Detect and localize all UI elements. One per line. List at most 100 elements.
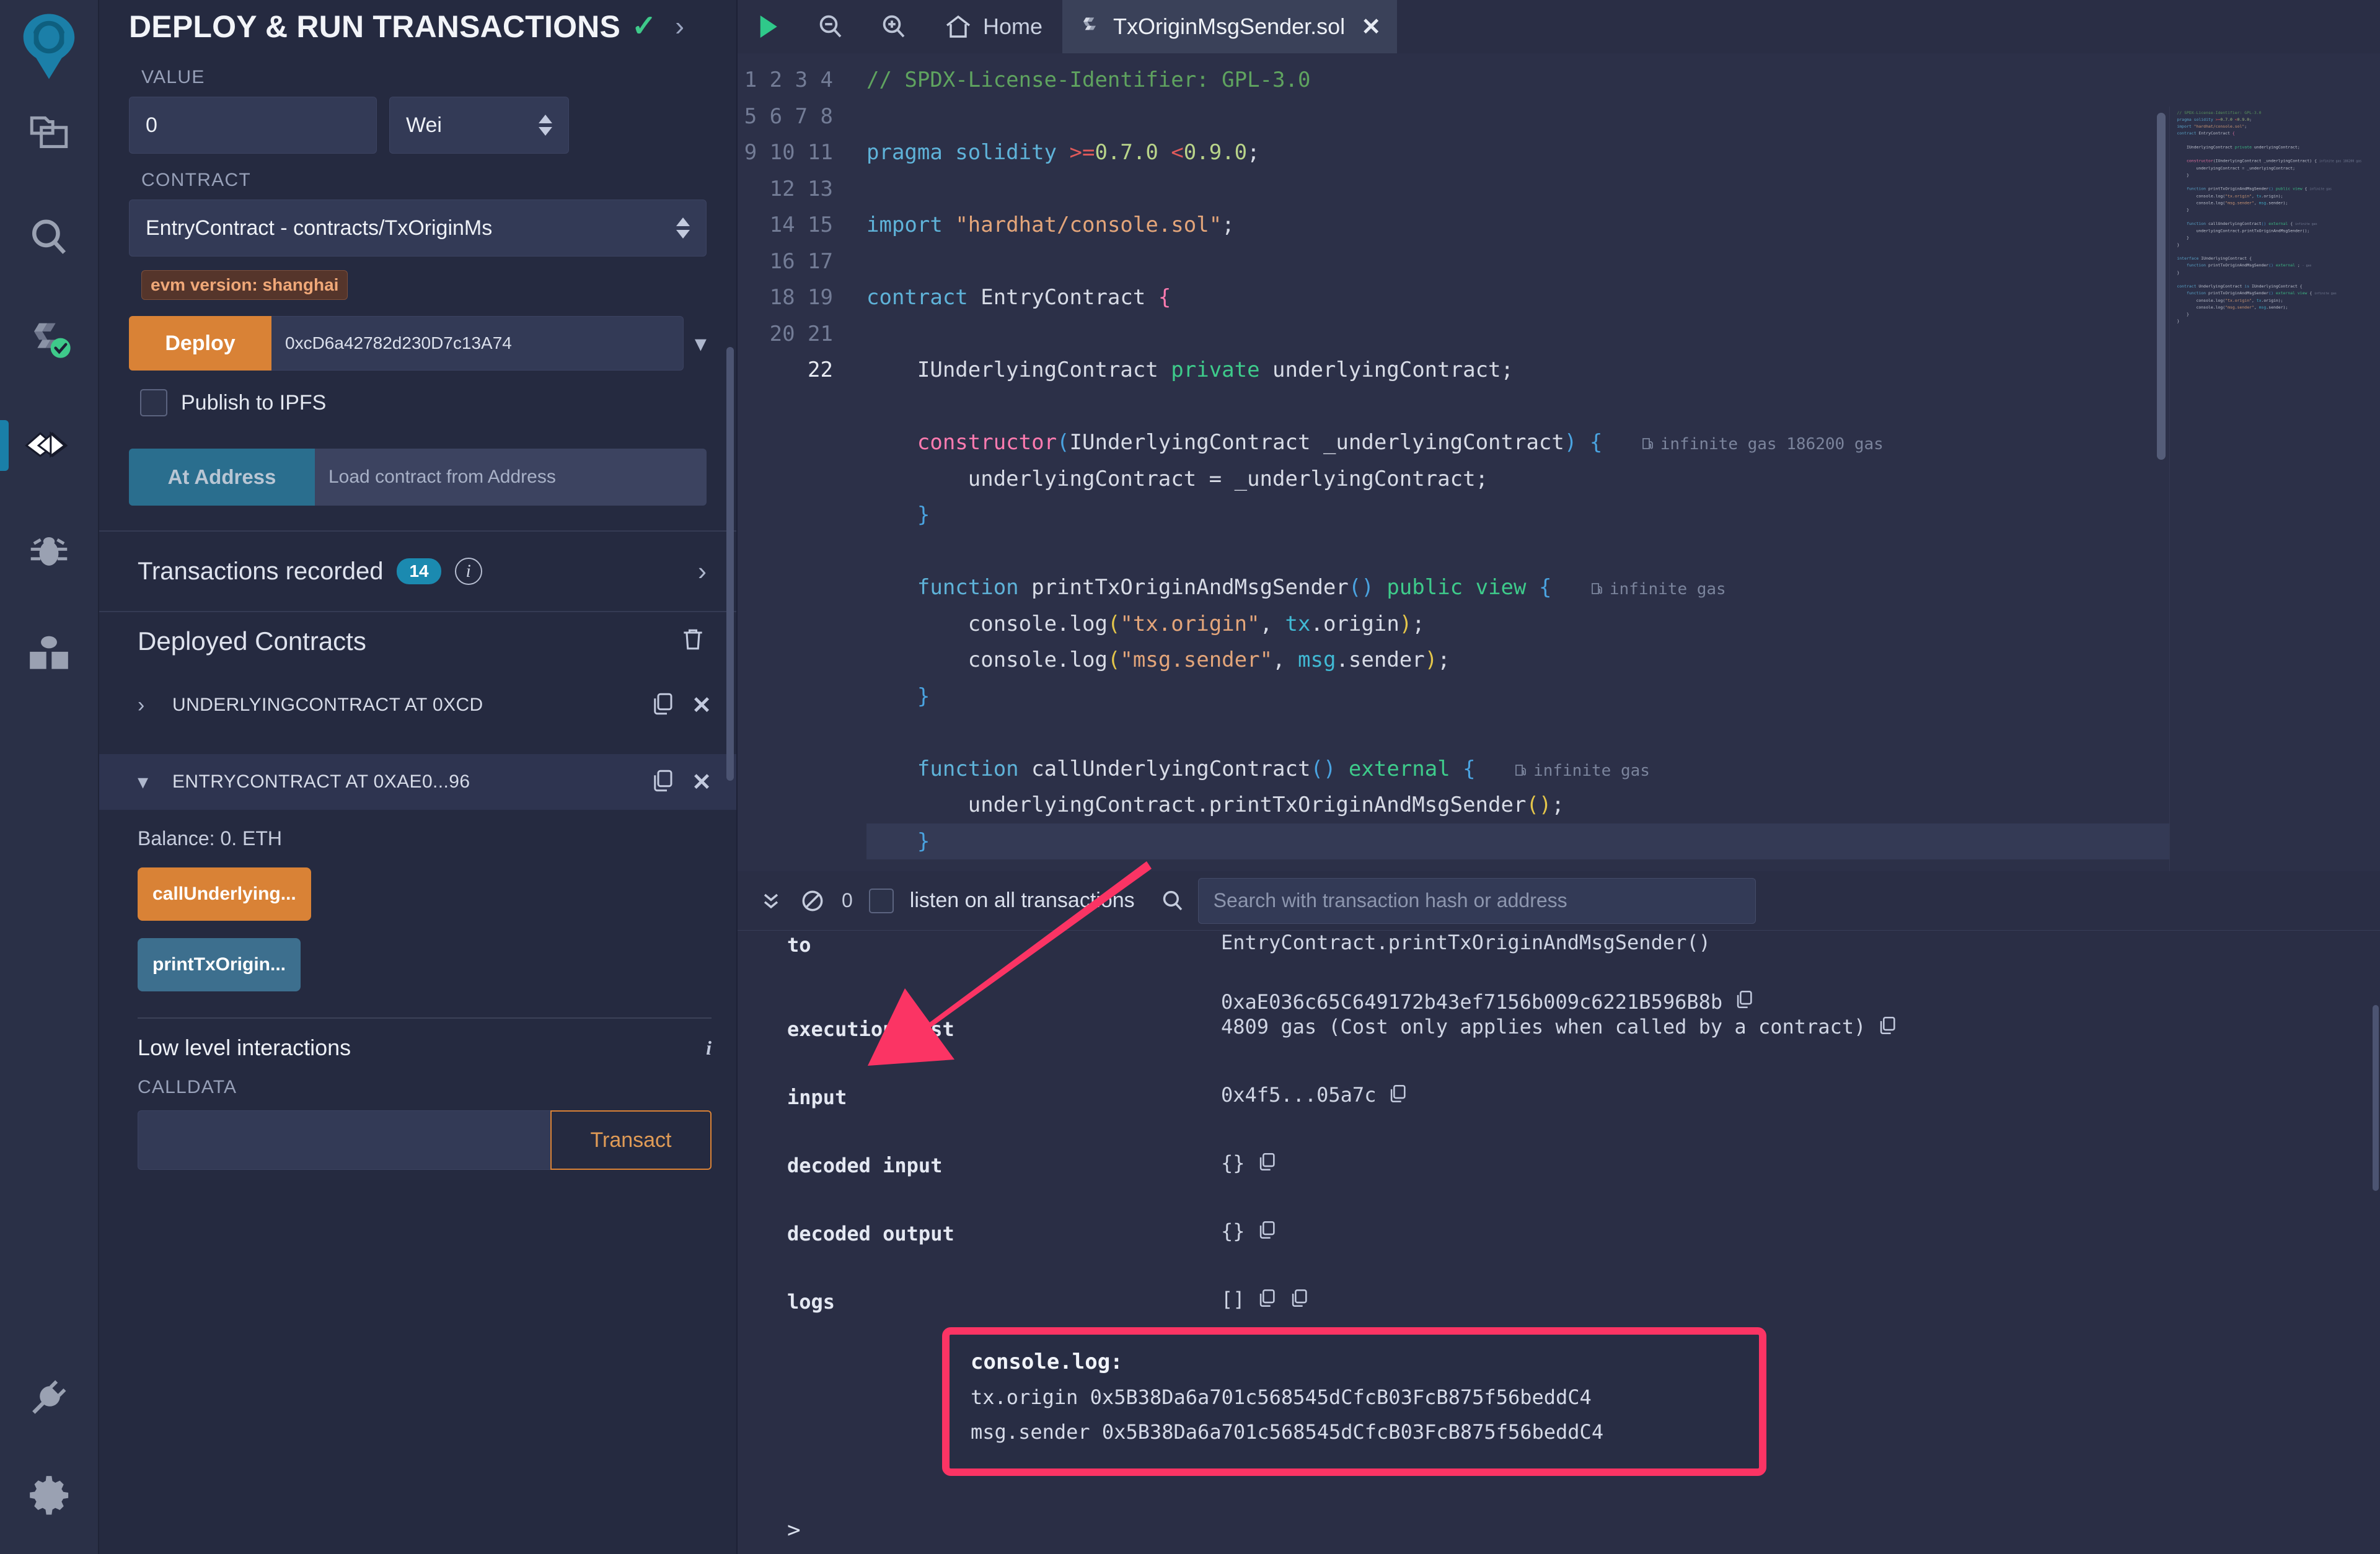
- plugin-manager-icon[interactable]: [15, 1363, 83, 1431]
- icon-rail: [0, 0, 99, 1554]
- deployed-contract-row[interactable]: ▾ ENTRYCONTRACT AT 0XAE0...96 ✕: [99, 754, 736, 810]
- function-button-printtxorigin[interactable]: printTxOrigin...: [138, 938, 301, 991]
- at-address-button[interactable]: At Address: [129, 449, 315, 506]
- editor-scrollbar[interactable]: [2157, 113, 2166, 460]
- code-content[interactable]: // SPDX-License-Identifier: GPL-3.0 pragm…: [849, 53, 2380, 871]
- transactions-recorded-label: Transactions recorded: [138, 557, 384, 585]
- collapse-all-icon[interactable]: [759, 889, 783, 913]
- stepper-icon[interactable]: [539, 115, 552, 136]
- copy-icon[interactable]: [1734, 989, 1755, 1015]
- tx-to-address-line: 0xaE036c65C649172b43ef7156b009c6221B596B…: [1221, 989, 2255, 1015]
- publish-ipfs-row[interactable]: Publish to IPFS: [140, 389, 707, 416]
- copy-logs-icon[interactable]: [1289, 1288, 1310, 1314]
- deploy-row: Deploy 0xcD6a42782d230D7c13A74 ▾: [129, 316, 707, 371]
- publish-ipfs-checkbox[interactable]: [140, 389, 167, 416]
- code-editor[interactable]: 1 2 3 4 5 6 7 8 9 10 11 12 13 14 15 16 1…: [738, 53, 2380, 871]
- trash-icon[interactable]: [679, 626, 707, 656]
- deployed-contract-row[interactable]: › UNDERLYINGCONTRACT AT 0XCD ✕: [99, 677, 736, 733]
- low-level-header: Low level interactions i: [138, 1035, 712, 1061]
- compiled-check-icon: ✓: [632, 10, 657, 43]
- settings-gear-icon[interactable]: [15, 1461, 83, 1529]
- tab-home[interactable]: Home: [927, 0, 1059, 53]
- terminal-prompt[interactable]: >: [787, 1517, 801, 1543]
- execution-cost-value: 4809 gas (Cost only applies when called …: [1221, 1015, 1866, 1038]
- deploy-run-icon[interactable]: [0, 411, 83, 480]
- console-log-msg-sender: msg.sender 0x5B38Da6a701c568545dCfcB03Fc…: [971, 1420, 1604, 1444]
- copy-icon[interactable]: [1256, 1151, 1277, 1177]
- tab-home-label: Home: [983, 14, 1043, 39]
- info-icon[interactable]: i: [454, 558, 482, 585]
- tx-detail-key: execution cost: [787, 1017, 954, 1041]
- deployed-contract-name: UNDERLYINGCONTRACT AT 0XCD: [172, 695, 483, 715]
- tx-detail-key: decoded output: [787, 1222, 954, 1245]
- panel-scrollbar[interactable]: [726, 347, 734, 781]
- input-value: 0x4f5...05a7c: [1221, 1083, 1377, 1107]
- remix-logo: [9, 6, 89, 87]
- close-icon[interactable]: ✕: [1361, 13, 1381, 41]
- main-area: Home TxOriginMsgSender.sol ✕ 1 2 3 4 5 6…: [738, 0, 2380, 1554]
- tx-detail-value: []: [1221, 1288, 1310, 1314]
- minimap-content: // SPDX-License-Identifier: GPL-3.0 prag…: [2177, 110, 2362, 323]
- listen-all-transactions-checkbox[interactable]: [868, 888, 894, 913]
- debugger-bug-icon[interactable]: [15, 516, 83, 584]
- close-icon[interactable]: ✕: [692, 691, 712, 719]
- info-icon[interactable]: i: [706, 1037, 712, 1060]
- chevron-down-icon[interactable]: ▾: [695, 330, 707, 358]
- contract-balance: Balance: 0. ETH: [138, 827, 282, 849]
- rail-icon-list: [0, 99, 83, 688]
- deploy-button[interactable]: Deploy: [129, 316, 271, 371]
- console-log-tx-origin: tx.origin 0x5B38Da6a701c568545dCfcB03FcB…: [971, 1385, 1592, 1409]
- copy-icon[interactable]: [650, 691, 676, 720]
- value-input[interactable]: 0: [129, 97, 377, 154]
- code-minimap[interactable]: // SPDX-License-Identifier: GPL-3.0 prag…: [2169, 107, 2380, 871]
- close-icon[interactable]: ✕: [692, 768, 712, 796]
- search-icon[interactable]: [15, 203, 83, 271]
- file-explorer-icon[interactable]: [15, 99, 83, 167]
- deployed-contract-body: Balance: 0. ETH callUnderlying... printT…: [99, 827, 736, 1170]
- tx-detail-value: {}: [1221, 1151, 1277, 1177]
- tx-to-address: 0xaE036c65C649172b43ef7156b009c6221B596B…: [1221, 990, 1723, 1014]
- copy-icon[interactable]: [1256, 1219, 1277, 1245]
- page-title: DEPLOY & RUN TRANSACTIONS: [129, 9, 621, 44]
- terminal-scrollbar[interactable]: [2373, 1005, 2379, 1191]
- transact-button[interactable]: Transact: [550, 1110, 712, 1170]
- deploy-constructor-input[interactable]: 0xcD6a42782d230D7c13A74: [271, 316, 684, 371]
- chevron-down-icon[interactable]: ▾: [138, 770, 156, 794]
- copy-icon[interactable]: [1256, 1288, 1277, 1314]
- tab-label: TxOriginMsgSender.sol: [1113, 14, 1346, 39]
- tx-to-function: EntryContract.printTxOriginAndMsgSender(…: [1221, 931, 1711, 954]
- transactions-recorded-row[interactable]: Transactions recorded 14 i ›: [99, 532, 736, 611]
- chevron-right-icon[interactable]: ›: [698, 556, 707, 586]
- transaction-search-input[interactable]: Search with transaction hash or address: [1197, 877, 1756, 924]
- contract-stepper-icon[interactable]: [676, 217, 690, 239]
- calldata-label: CALLDATA: [138, 1077, 237, 1097]
- zoom-out-icon[interactable]: [801, 0, 860, 53]
- clear-console-icon[interactable]: [800, 888, 826, 914]
- copy-icon[interactable]: [650, 768, 676, 797]
- line-number-gutter: 1 2 3 4 5 6 7 8 9 10 11 12 13 14 15 16 1…: [738, 53, 849, 871]
- at-address-input[interactable]: Load contract from Address: [315, 449, 707, 506]
- function-button-callunderlying[interactable]: callUnderlying...: [138, 867, 311, 921]
- chevron-right-icon[interactable]: ›: [138, 693, 156, 718]
- decoded-input-value: {}: [1221, 1151, 1245, 1175]
- console-log-output-box: console.log: tx.origin 0x5B38Da6a701c568…: [942, 1327, 1766, 1476]
- tx-detail-row: input 0x4f5...05a7c: [738, 1083, 2380, 1151]
- tab-txoriginmsgsender-sol[interactable]: TxOriginMsgSender.sol ✕: [1062, 0, 1398, 53]
- copy-icon[interactable]: [1877, 1015, 1898, 1041]
- chevron-right-icon[interactable]: ›: [675, 11, 684, 42]
- copy-icon[interactable]: [1387, 1083, 1408, 1109]
- contract-select[interactable]: EntryContract - contracts/TxOriginMs: [129, 200, 707, 257]
- tx-detail-key: logs: [787, 1290, 835, 1314]
- solidity-compiler-icon[interactable]: [15, 307, 83, 375]
- calldata-input[interactable]: [138, 1110, 550, 1170]
- zoom-in-icon[interactable]: [864, 0, 923, 53]
- tx-detail-key: to: [787, 933, 811, 957]
- run-script-play-icon[interactable]: [738, 0, 797, 53]
- divider: [138, 1017, 712, 1019]
- deployed-contracts-header: Deployed Contracts: [99, 612, 736, 656]
- value-unit-select[interactable]: Wei: [389, 97, 569, 154]
- learneth-book-icon[interactable]: [15, 620, 83, 688]
- tx-detail-row: decoded input {}: [738, 1151, 2380, 1219]
- tx-detail-row: execution cost 4809 gas (Cost only appli…: [738, 1015, 2380, 1083]
- search-icon[interactable]: [1160, 888, 1186, 914]
